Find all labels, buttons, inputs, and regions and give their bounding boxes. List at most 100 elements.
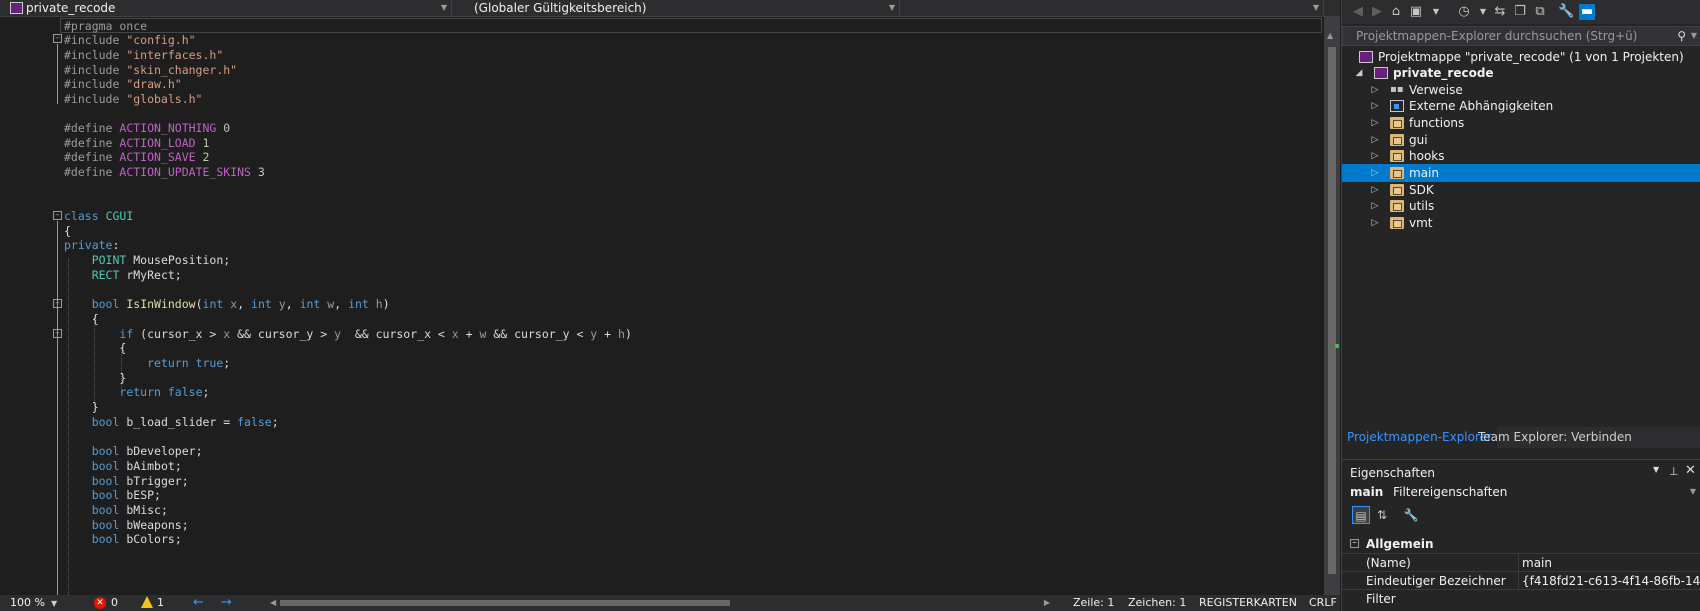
collapse-all-icon[interactable]: ❐ — [1512, 4, 1528, 20]
collapsed-arrow-icon[interactable]: ▷ — [1370, 164, 1380, 182]
zoom-level: 100 % — [10, 596, 45, 609]
code-line: } — [64, 400, 99, 414]
categorized-icon[interactable]: ▤ — [1352, 506, 1370, 524]
property-row[interactable]: Filter — [1342, 589, 1700, 607]
solution-search-input[interactable]: Projektmappen-Explorer durchsuchen (Strg… — [1342, 26, 1700, 46]
collapse-toggle-icon[interactable]: – — [53, 299, 62, 308]
chevron-down-icon[interactable]: ▼ — [1691, 27, 1697, 45]
home-icon[interactable]: ⌂ — [1388, 4, 1404, 20]
current-line-highlight — [60, 18, 1322, 33]
show-all-files-icon[interactable]: ⧉ — [1532, 4, 1548, 20]
property-category[interactable]: – Allgemein — [1342, 535, 1700, 553]
tree-project-label: private_recode — [1393, 66, 1494, 80]
code-line: #include "globals.h" — [64, 92, 203, 106]
tree-item-functions[interactable]: ▷ functions — [1342, 114, 1700, 132]
char-indicator: Zeichen: 1 — [1128, 596, 1187, 609]
code-line: bool IsInWindow(int x, int y, int w, int… — [91, 297, 390, 311]
collapsed-arrow-icon[interactable]: ▷ — [1370, 97, 1380, 115]
chevron-down-icon[interactable]: ▼ — [1690, 483, 1696, 501]
solution-icon — [1359, 51, 1373, 63]
warning-count[interactable]: 1 — [157, 595, 164, 611]
chevron-down-icon: ▼ — [50, 599, 58, 608]
tree-item-main[interactable]: ▷ main — [1342, 164, 1700, 182]
object-selector[interactable]: main Filtereigenschaften ▼ — [1350, 483, 1700, 501]
alphabetical-icon[interactable]: ⇅ — [1373, 506, 1391, 524]
indent-mode[interactable]: REGISTERKARTEN — [1199, 595, 1297, 611]
chevron-down-icon: ▼ — [1312, 3, 1319, 12]
property-pages-icon[interactable]: 🔧 — [1402, 506, 1420, 524]
chevron-down-icon: ▼ — [440, 3, 447, 12]
scope-dropdown-label: (Globaler Gültigkeitsbereich) — [474, 1, 647, 15]
sync-icon[interactable]: ⇆ — [1492, 4, 1508, 20]
scroll-right-icon[interactable]: ▶ — [1044, 595, 1050, 611]
property-row[interactable]: (Name) main — [1342, 553, 1700, 572]
tree-item-label: hooks — [1409, 149, 1445, 163]
tree-item-label: Externe Abhängigkeiten — [1409, 99, 1554, 113]
collapsed-arrow-icon[interactable]: ▷ — [1370, 197, 1380, 215]
scroll-up-icon[interactable]: ▲ — [1327, 31, 1333, 40]
collapse-toggle-icon[interactable]: – — [1350, 539, 1359, 548]
scrollbar-thumb[interactable] — [1328, 47, 1336, 574]
pending-changes-icon[interactable]: ◷ — [1456, 4, 1472, 20]
forward-icon[interactable]: ▶ — [1369, 4, 1385, 20]
code-line: return true; — [147, 356, 231, 370]
project-dropdown[interactable]: private_recode ▼ — [0, 0, 452, 17]
code-line: private: — [64, 238, 120, 252]
tree-item-utils[interactable]: ▷ utils — [1342, 197, 1700, 215]
collapsed-arrow-icon[interactable]: ▷ — [1370, 114, 1380, 132]
project-dropdown-label: private_recode — [26, 1, 116, 15]
explorer-tab-strip: Projektmappen-Explorer Team Explorer: Ve… — [1342, 427, 1700, 448]
property-value[interactable]: main — [1518, 554, 1700, 572]
property-row[interactable]: Eindeutiger Bezeichner {f418fd21-c613-4f… — [1342, 571, 1700, 590]
code-text-area[interactable]: – – – – #pragma once #include "config.h"… — [0, 18, 1324, 595]
back-icon[interactable]: ◀ — [1350, 4, 1366, 20]
navigate-back-icon[interactable]: ← — [193, 595, 204, 611]
navigate-forward-icon[interactable]: → — [221, 595, 232, 611]
switch-views-icon[interactable]: ▣ — [1408, 4, 1424, 20]
collapse-toggle-icon[interactable]: – — [53, 211, 62, 220]
tree-project[interactable]: ◢ private_recode — [1342, 64, 1700, 82]
expanded-arrow-icon[interactable]: ◢ — [1354, 64, 1364, 82]
error-count[interactable]: 0 — [111, 595, 118, 611]
member-dropdown[interactable]: ▼ — [900, 0, 1324, 17]
project-icon — [10, 2, 23, 14]
warning-icon[interactable] — [141, 596, 153, 608]
preview-selected-icon[interactable]: ▬ — [1579, 4, 1595, 20]
search-icon[interactable]: ⚲ — [1677, 27, 1686, 45]
collapse-toggle-icon[interactable]: – — [53, 34, 62, 43]
property-key: (Name) — [1366, 556, 1411, 570]
property-value[interactable]: {f418fd21-c613-4f14-86fb-14fcc1 — [1518, 572, 1700, 590]
close-icon[interactable]: ✕ — [1685, 463, 1696, 478]
scope-dropdown[interactable]: (Globaler Gültigkeitsbereich) ▼ — [460, 0, 900, 17]
code-line: bool bMisc; — [91, 503, 168, 517]
vertical-scrollbar[interactable]: ▲ — [1324, 17, 1340, 595]
external-dependencies-icon — [1390, 100, 1404, 112]
fold-line — [57, 44, 58, 104]
pin-icon[interactable]: ⊥ — [1669, 465, 1679, 478]
collapse-toggle-icon[interactable]: – — [53, 329, 62, 338]
tree-item-external-dependencies[interactable]: ▷ Externe Abhängigkeiten — [1342, 97, 1700, 115]
tree-item-label: utils — [1409, 199, 1435, 213]
navigation-bar: private_recode ▼ (Globaler Gültigkeitsbe… — [0, 0, 1340, 32]
horizontal-scrollbar[interactable]: ◀ ▶ — [270, 598, 1050, 608]
code-line: #define ACTION_UPDATE_SKINS 3 — [64, 165, 265, 179]
line-ending[interactable]: CRLF — [1309, 595, 1337, 611]
collapsed-arrow-icon[interactable]: ▷ — [1370, 214, 1380, 232]
tree-item-hooks[interactable]: ▷ hooks — [1342, 147, 1700, 165]
code-editor[interactable]: private_recode ▼ (Globaler Gültigkeitsbe… — [0, 0, 1340, 611]
properties-wrench-icon[interactable]: 🔧 — [1558, 4, 1574, 20]
tab-team-explorer[interactable]: Team Explorer: Verbinden — [1473, 427, 1637, 448]
window-menu-icon[interactable]: ▼ — [1653, 465, 1659, 474]
chevron-down-icon[interactable]: ▼ — [1475, 4, 1491, 20]
error-icon[interactable]: ✕ — [94, 597, 106, 609]
properties-title: Eigenschaften — [1350, 466, 1436, 480]
code-line: POINT MousePosition; — [91, 253, 231, 267]
filter-folder-icon — [1390, 200, 1404, 212]
tree-item-vmt[interactable]: ▷ vmt — [1342, 214, 1700, 232]
scroll-left-icon[interactable]: ◀ — [270, 595, 276, 611]
collapsed-arrow-icon[interactable]: ▷ — [1370, 147, 1380, 165]
zoom-dropdown[interactable]: 100 % ▼ — [10, 595, 57, 611]
scrollbar-thumb[interactable] — [280, 600, 730, 606]
chevron-down-icon[interactable]: ▼ — [1428, 4, 1444, 20]
tree-item-label: functions — [1409, 116, 1465, 130]
